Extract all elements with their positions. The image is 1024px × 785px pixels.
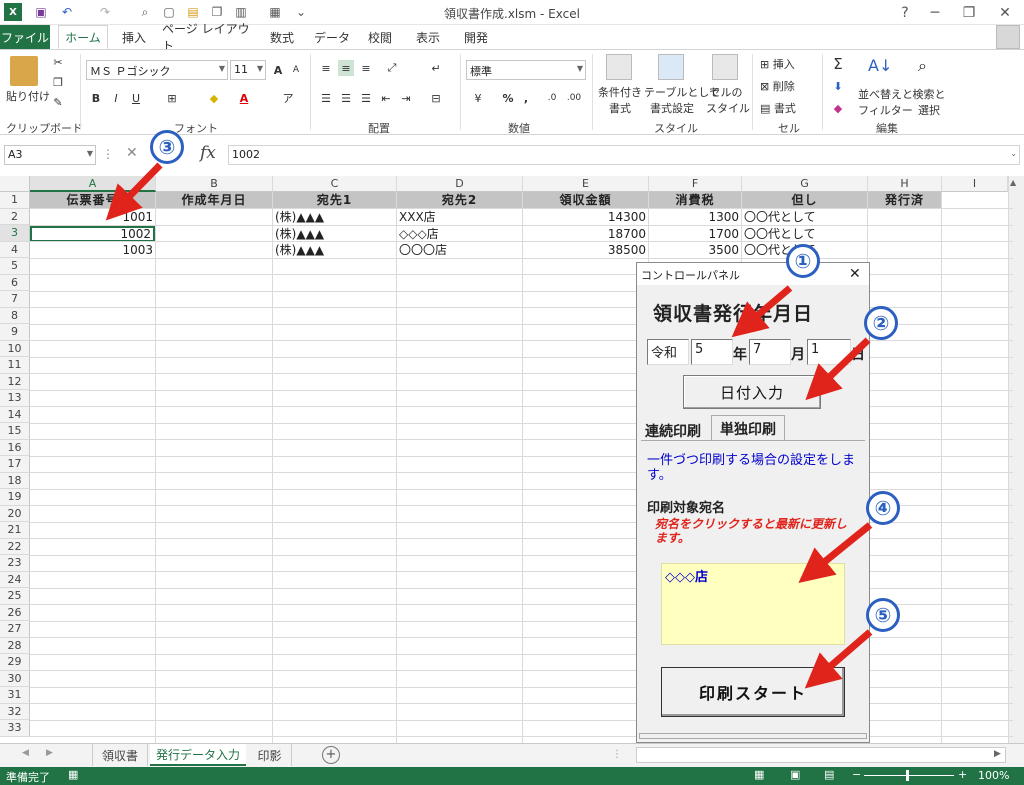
row-header[interactable]: 8 xyxy=(0,307,30,324)
row-header[interactable]: 29 xyxy=(0,654,30,671)
row-header[interactable]: 28 xyxy=(0,637,30,654)
arrow-5 xyxy=(804,629,873,689)
row-header[interactable]: 24 xyxy=(0,571,30,588)
arrow-2 xyxy=(805,337,871,401)
row-header[interactable]: 30 xyxy=(0,670,30,687)
callout-4: ④ xyxy=(866,491,900,525)
row-header[interactable]: 6 xyxy=(0,274,30,291)
excel-window: X ▣ ↶ ↷ ⌕ ▢ ▤ ❐ ▥ ▦ ⌄ 領収書作成.xlsm - Excel… xyxy=(0,0,1024,785)
annotation-arrows xyxy=(105,162,873,689)
row-header[interactable]: 3 xyxy=(0,225,30,242)
row-header[interactable]: 12 xyxy=(0,373,30,390)
row-header[interactable]: 31 xyxy=(0,687,30,704)
row-header[interactable]: 16 xyxy=(0,439,30,456)
row-header[interactable]: 10 xyxy=(0,340,30,357)
callout-5: ⑤ xyxy=(866,598,900,632)
callout-2: ② xyxy=(864,306,898,340)
row-header[interactable]: 14 xyxy=(0,406,30,423)
row-header[interactable]: 21 xyxy=(0,522,30,539)
row-header[interactable]: 32 xyxy=(0,703,30,720)
row-header[interactable]: 23 xyxy=(0,555,30,572)
row-header[interactable]: 19 xyxy=(0,489,30,506)
row-header[interactable]: 11 xyxy=(0,357,30,374)
row-header[interactable]: 4 xyxy=(0,241,30,258)
row-header[interactable]: 1 xyxy=(0,192,30,209)
row-header[interactable]: 5 xyxy=(0,258,30,275)
row-header[interactable]: 33 xyxy=(0,720,30,737)
callout-1: ① xyxy=(786,244,820,278)
callout-3: ③ xyxy=(150,130,184,164)
row-header[interactable]: 22 xyxy=(0,538,30,555)
row-header[interactable]: 20 xyxy=(0,505,30,522)
row-header[interactable]: 15 xyxy=(0,423,30,440)
row-header[interactable]: 18 xyxy=(0,472,30,489)
row-header[interactable]: 13 xyxy=(0,390,30,407)
row-header[interactable]: 26 xyxy=(0,604,30,621)
arrow-1 xyxy=(731,285,793,338)
row-header[interactable]: 17 xyxy=(0,456,30,473)
row-header[interactable]: 27 xyxy=(0,621,30,638)
row-header[interactable]: 25 xyxy=(0,588,30,605)
arrow-3 xyxy=(105,162,163,221)
arrow-4 xyxy=(798,522,873,584)
row-header[interactable]: 2 xyxy=(0,208,30,225)
row-header[interactable]: 9 xyxy=(0,324,30,341)
row-header[interactable]: 7 xyxy=(0,291,30,308)
